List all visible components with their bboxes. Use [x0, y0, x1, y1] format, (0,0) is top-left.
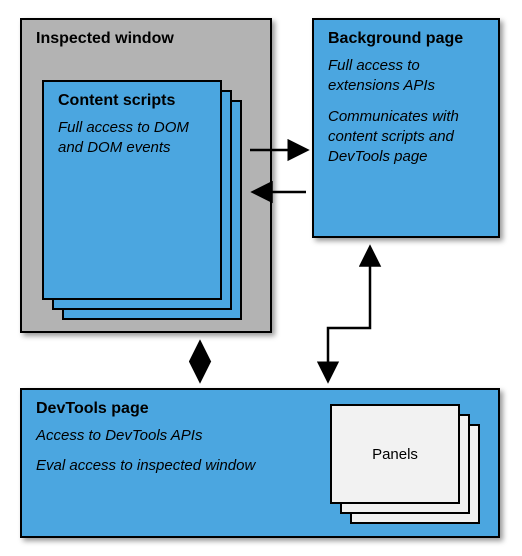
content-scripts-title: Content scripts: [58, 92, 206, 110]
background-page-box: Background page Full access to extension…: [312, 18, 500, 238]
panels-label: Panels: [372, 446, 418, 463]
panels-stack: Panels: [330, 404, 490, 532]
arrow-background-devtools: [328, 248, 370, 380]
content-scripts-stack: Content scripts Full access to DOM and D…: [42, 80, 242, 320]
background-page-desc2: Communicates with content scripts and De…: [328, 107, 484, 168]
background-page-desc1: Full access to extensions APIs: [328, 56, 484, 97]
background-page-title: Background page: [328, 30, 484, 48]
inspected-window-title: Inspected window: [36, 30, 256, 48]
content-scripts-desc: Full access to DOM and DOM events: [58, 118, 206, 159]
architecture-diagram: Inspected window Content scripts Full ac…: [0, 0, 522, 556]
content-scripts-paper-front: Content scripts Full access to DOM and D…: [42, 80, 222, 300]
panels-paper-front: Panels: [330, 404, 460, 504]
